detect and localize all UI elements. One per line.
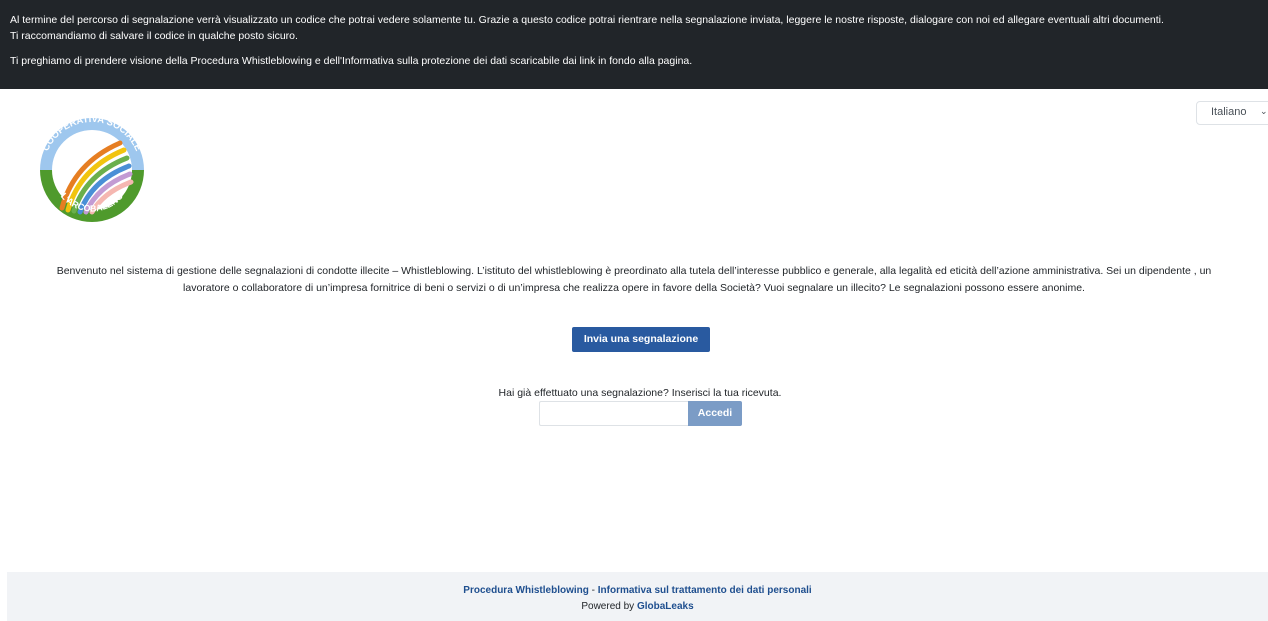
globaleaks-link[interactable]: GlobaLeaks [637, 601, 694, 612]
privacy-policy-link[interactable]: Informativa sul trattamento dei dati per… [598, 585, 812, 596]
footer-links: Procedura Whistleblowing - Informativa s… [7, 585, 1268, 596]
footer: Procedura Whistleblowing - Informativa s… [7, 572, 1268, 621]
receipt-input[interactable] [539, 401, 688, 426]
language-select[interactable]: Italiano ⌄ [1196, 101, 1268, 125]
whistleblowing-procedure-link[interactable]: Procedura Whistleblowing [463, 585, 589, 596]
receipt-label: Hai già effettuato una segnalazione? Ins… [498, 387, 782, 399]
banner-line-1: Al termine del percorso di segnalazione … [10, 14, 1164, 26]
powered-by: Powered by GlobaLeaks [7, 601, 1268, 612]
chevron-down-icon: ⌄ [1260, 106, 1268, 116]
footer-separator: - [588, 585, 598, 596]
submit-report-button[interactable]: Invia una segnalazione [572, 327, 710, 352]
intro-line-1: Benvenuto nel sistema di gestione delle … [56, 265, 1212, 277]
powered-by-prefix: Powered by [581, 601, 637, 612]
logo: COOPERATIVA SOCIALE L'ARCOBALENO [32, 108, 152, 228]
cooperative-logo-image: COOPERATIVA SOCIALE L'ARCOBALENO [40, 114, 144, 222]
login-button[interactable]: Accedi [688, 401, 742, 426]
intro-text: Benvenuto nel sistema di gestione delle … [0, 263, 1268, 296]
language-selected: Italiano [1211, 106, 1247, 118]
banner-line-2: Ti raccomandiamo di salvare il codice in… [10, 30, 298, 42]
info-banner: Al termine del percorso di segnalazione … [0, 0, 1268, 89]
intro-line-2: lavoratore o collaboratore di un’impresa… [183, 281, 1085, 294]
banner-line-3: Ti preghiamo di prendere visione della P… [10, 55, 693, 67]
